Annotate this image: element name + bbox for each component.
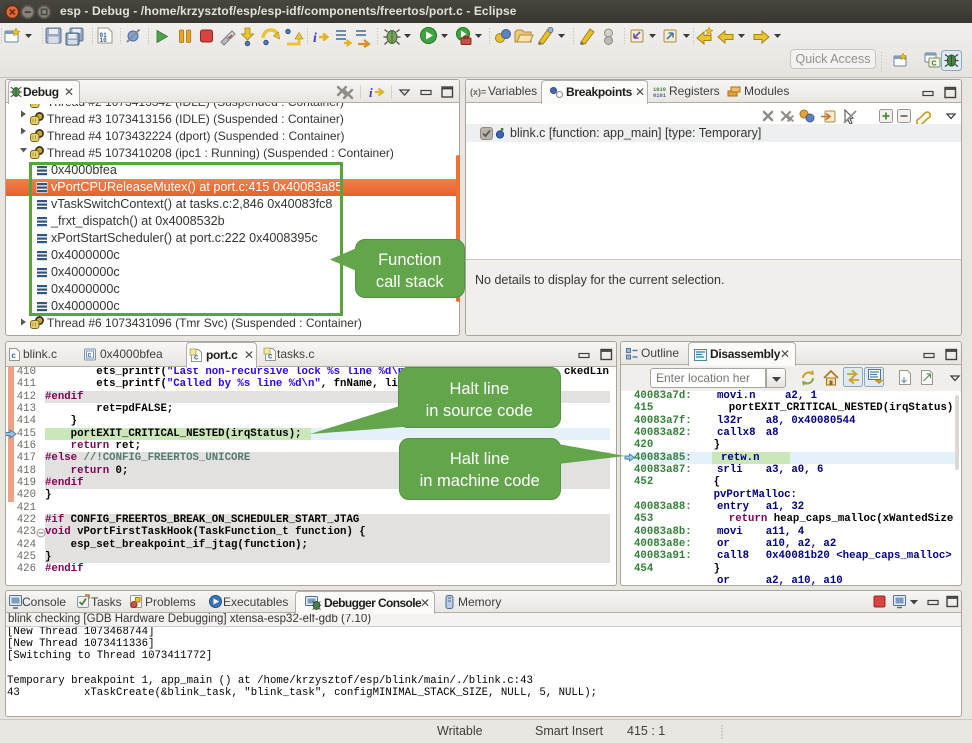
svg-text:c: c bbox=[268, 353, 273, 362]
svg-text:c: c bbox=[194, 354, 199, 363]
svg-text:10: 10 bbox=[100, 37, 108, 44]
svg-text:c: c bbox=[11, 352, 16, 361]
svg-text:i: i bbox=[369, 85, 373, 100]
svg-text:i: i bbox=[313, 31, 317, 46]
svg-text:(x)=: (x)= bbox=[470, 87, 486, 97]
svg-text:c: c bbox=[87, 352, 91, 360]
svg-text:0101: 0101 bbox=[653, 93, 666, 99]
svg-text:C: C bbox=[932, 61, 937, 68]
